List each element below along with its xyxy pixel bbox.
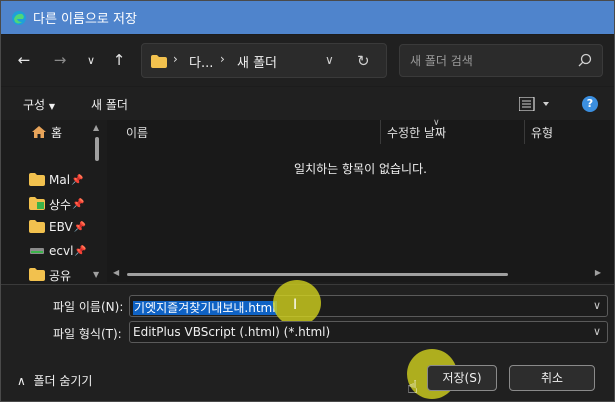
drive-icon (29, 244, 45, 258)
navigation-bar: ← → ∨ ↑ › 다... › 새 폴더 ∨ ↻ (1, 35, 614, 86)
column-header-name[interactable]: 이름 (126, 124, 148, 141)
sidebar-item-ebv[interactable]: EBV 📌 (29, 218, 86, 236)
sidebar-item-label: 공유 (49, 268, 72, 283)
breadcrumb-item[interactable]: 새 폴더 (237, 52, 277, 71)
scrollbar-thumb[interactable] (127, 273, 508, 276)
chevron-right-icon: › (173, 52, 178, 66)
home-icon (31, 125, 47, 139)
filename-input[interactable]: 기엣지즐겨찾기내보내.html (133, 301, 277, 315)
help-icon[interactable]: ? (582, 96, 598, 112)
sidebar-item-label: Mal (49, 173, 71, 187)
file-list: 이름 수정한 날짜 ∨ 유형 일치하는 항목이 없습니다. ◀ ▶ (107, 118, 614, 282)
column-header-type[interactable]: 유형 (531, 124, 553, 141)
recent-locations-icon[interactable]: ∨ (80, 49, 102, 71)
scroll-up-icon[interactable]: ▲ (93, 123, 99, 132)
cancel-button[interactable]: 취소 (509, 365, 595, 391)
refresh-icon[interactable]: ↻ (357, 52, 370, 70)
command-bar: 구성 ▼ 새 폴더 (1, 87, 614, 120)
new-folder-button[interactable]: 새 폴더 (91, 96, 128, 113)
back-icon[interactable]: ← (13, 49, 35, 71)
up-icon[interactable]: ↑ (108, 49, 130, 71)
pin-icon: 📌 (74, 245, 87, 257)
scroll-left-icon[interactable]: ◀ (113, 268, 119, 277)
vertical-scrollbar[interactable]: ▲ ▼ (93, 123, 101, 279)
chevron-down-icon[interactable]: ∨ (593, 299, 601, 312)
hide-folders-label: 폴더 숨기기 (33, 374, 93, 388)
organize-button[interactable]: 구성 ▼ (23, 96, 55, 113)
chevron-down-icon[interactable]: ∨ (593, 325, 601, 338)
address-bar[interactable]: › 다... › 새 폴더 ∨ ↻ (141, 43, 387, 78)
scroll-down-icon[interactable]: ▼ (93, 270, 99, 279)
organize-label: 구성 (23, 98, 46, 112)
navigation-pane: 홈 Mal 📌 상수 📌 EBV 📌 ecvl 📌 공유 (1, 120, 105, 284)
folder-icon (29, 173, 45, 187)
sidebar-item-label: EBV (49, 220, 73, 234)
pin-icon: 📌 (73, 221, 87, 233)
sidebar-item-home[interactable]: 홈 (31, 123, 62, 141)
text-cursor-icon: Ⅰ (293, 297, 298, 313)
filename-label: 파일 이름(N): (53, 300, 124, 314)
search-box[interactable] (399, 44, 603, 77)
filetype-select[interactable]: EditPlus VBScript (.html) (*.html) ∨ (129, 321, 608, 343)
pin-icon: 📌 (71, 174, 84, 186)
sidebar-item-label: ecvl (49, 244, 74, 258)
folder-green-icon (29, 197, 45, 211)
save-as-dialog: 다른 이름으로 저장 ← → ∨ ↑ › 다... › 새 폴더 ∨ ↻ 구성 … (0, 0, 615, 402)
sort-chevron-icon: ∨ (433, 118, 440, 128)
sidebar-item-shared[interactable]: 공유 (29, 266, 71, 284)
filetype-label: 파일 형식(T): (53, 327, 122, 341)
chevron-down-icon[interactable]: ∨ (325, 53, 334, 67)
title-bar: 다른 이름으로 저장 (1, 1, 614, 34)
forward-icon[interactable]: → (49, 49, 71, 71)
empty-message: 일치하는 항목이 없습니다. (294, 162, 427, 176)
scrollbar-thumb[interactable] (95, 137, 99, 161)
caret-down-icon: ▼ (48, 102, 56, 111)
window-title: 다른 이름으로 저장 (33, 12, 137, 27)
sidebar-item-label: 상수 (49, 197, 72, 212)
scroll-right-icon[interactable]: ▶ (595, 268, 601, 277)
sidebar-item-sangsu[interactable]: 상수 📌 (29, 195, 85, 213)
column-divider[interactable] (380, 120, 381, 144)
hand-cursor-icon: ☝ (407, 377, 418, 398)
chevron-right-icon: › (220, 52, 225, 66)
chevron-up-icon: ∧ (17, 374, 26, 388)
view-options-icon[interactable] (518, 96, 553, 114)
folder-icon (29, 268, 45, 282)
filename-field[interactable]: 기엣지즐겨찾기내보내.html ∨ (129, 295, 608, 317)
search-input[interactable] (410, 52, 570, 70)
search-icon[interactable] (578, 53, 592, 70)
pin-icon: 📌 (72, 198, 85, 210)
hide-folders-button[interactable]: ∧ 폴더 숨기기 (17, 372, 92, 389)
edge-icon (11, 10, 27, 26)
filetype-value: EditPlus VBScript (.html) (*.html) (133, 325, 331, 339)
folder-icon (151, 55, 167, 71)
sidebar-item-mal[interactable]: Mal 📌 (29, 171, 84, 189)
save-button[interactable]: 저장(S) (427, 365, 497, 391)
sidebar-item-ecvl[interactable]: ecvl 📌 (29, 242, 87, 260)
horizontal-scrollbar[interactable]: ◀ ▶ (113, 268, 601, 278)
save-form: 파일 이름(N): 기엣지즐겨찾기내보내.html ∨ Ⅰ 파일 형식(T): … (1, 280, 614, 401)
folder-icon (29, 220, 45, 234)
column-divider[interactable] (524, 120, 525, 144)
sidebar-item-label: 홈 (51, 125, 63, 140)
breadcrumb-item[interactable]: 다... (189, 52, 213, 71)
